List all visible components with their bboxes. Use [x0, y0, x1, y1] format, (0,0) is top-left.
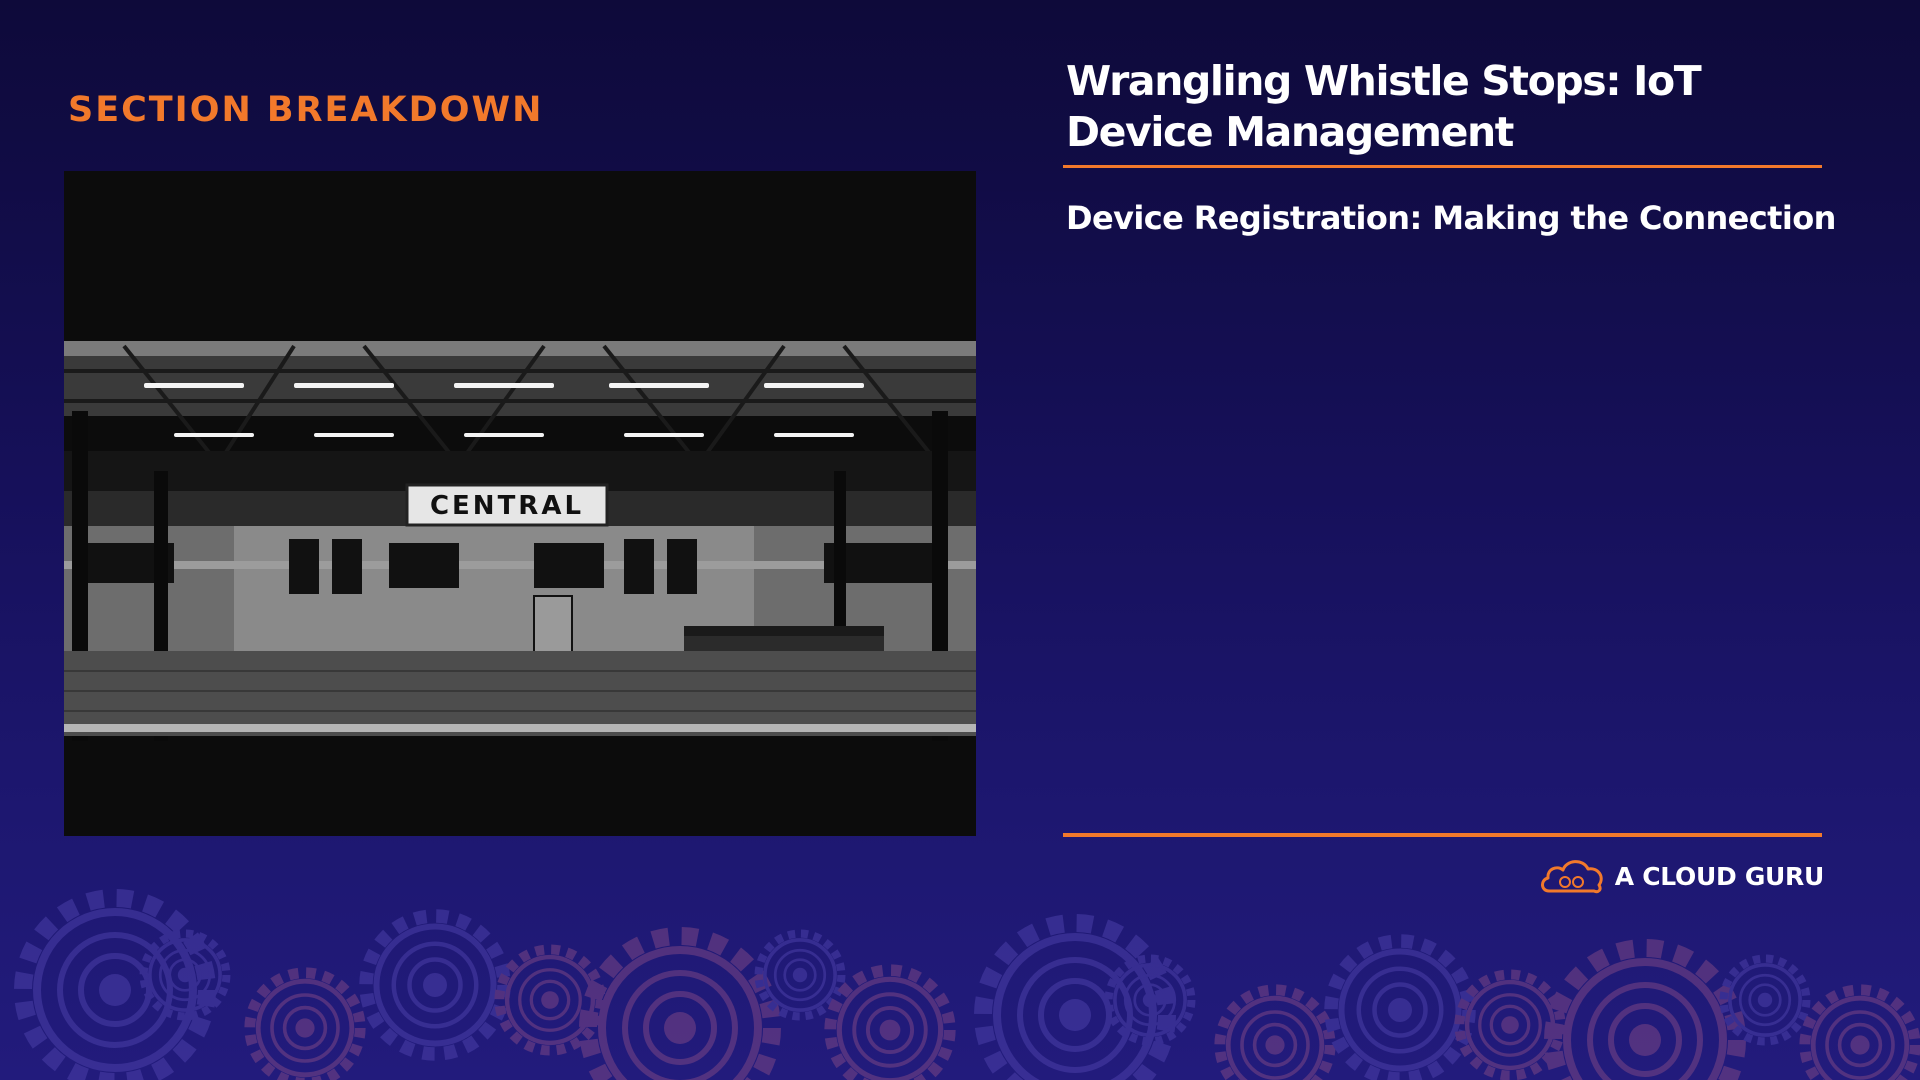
section-label: SECTION BREAKDOWN — [68, 90, 544, 130]
course-title: Wrangling Whistle Stops: IoT Device Mana… — [1066, 57, 1702, 156]
gear-decoration — [0, 860, 1920, 1080]
title-divider — [1063, 165, 1822, 168]
platform-photo: CENTRAL — [64, 171, 976, 836]
slide: SECTION BREAKDOWN CENTRAL Wrangling Whis… — [0, 0, 1920, 1080]
lesson-title: Device Registration: Making the Connecti… — [1066, 199, 1836, 237]
station-sign-text: CENTRAL — [430, 491, 584, 521]
footer-divider — [1063, 833, 1822, 837]
